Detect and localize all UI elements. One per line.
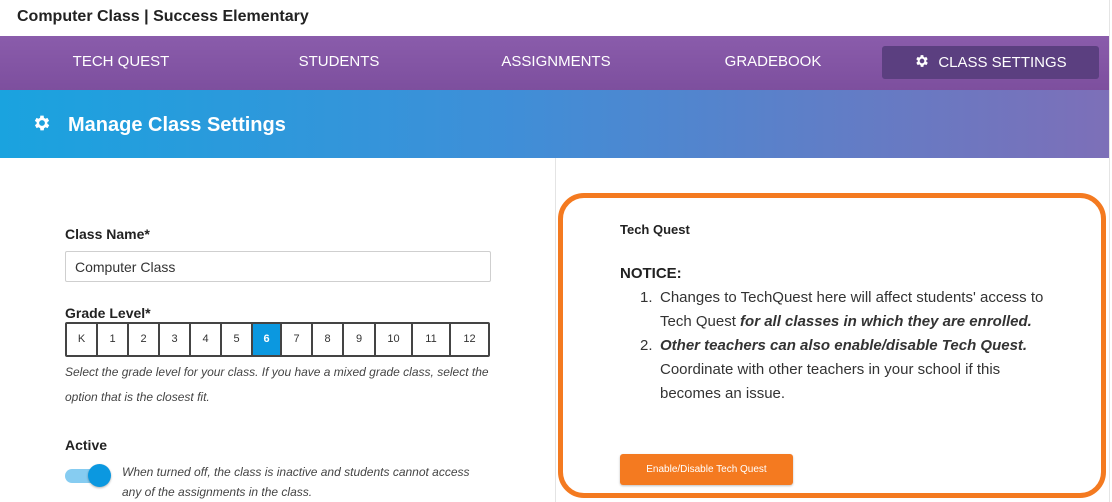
toggle-knob [88,464,111,487]
grade-option-4[interactable]: 4 [191,324,222,355]
grade-help-text: Select the grade level for your class. I… [65,365,489,404]
notice-number: 2. [640,337,653,354]
grade-option-1[interactable]: 1 [98,324,129,355]
section-banner: Manage Class Settings [0,90,1110,158]
notice-heading: NOTICE: [620,265,682,282]
notice-number: 1. [640,289,653,306]
nav-students[interactable]: STUDENTS [258,36,420,90]
active-label: Active [65,437,108,453]
notice-item-1: 1. Changes to TechQuest here will affect … [640,286,1060,334]
tech-quest-title: Tech Quest [620,222,690,237]
notice-list: 1. Changes to TechQuest here will affect … [640,286,1060,406]
notice-emphasis: for all classes in which they are enroll… [740,313,1032,330]
grade-option-12[interactable]: 12 [451,324,488,355]
class-name-label: Class Name* [65,226,150,242]
grade-option-5[interactable]: 5 [222,324,253,355]
grade-option-11[interactable]: 11 [413,324,451,355]
class-name-input[interactable] [65,251,491,282]
notice-emphasis: Other teachers can also enable/disable T… [660,337,1028,354]
page-title: Computer Class | Success Elementary [17,8,309,25]
nav-gradebook[interactable]: GRADEBOOK [692,36,854,90]
gear-icon [914,48,930,81]
grade-option-2[interactable]: 2 [129,324,160,355]
grade-option-10[interactable]: 10 [376,324,413,355]
grade-level-selector: K 1 2 3 4 5 6 7 8 9 10 11 12 [65,322,490,357]
nav-tech-quest[interactable]: TECH QUEST [40,36,202,90]
grade-option-6[interactable]: 6 [253,324,282,355]
page-border [1109,0,1110,502]
grade-level-label: Grade Level* [65,305,151,321]
grade-option-3[interactable]: 3 [160,324,191,355]
nav-class-settings[interactable]: CLASS SETTINGS [882,46,1099,79]
active-toggle[interactable] [65,464,111,487]
banner-title: Manage Class Settings [68,114,286,136]
column-divider [555,158,556,502]
gear-icon [32,113,52,138]
grade-option-8[interactable]: 8 [313,324,344,355]
nav-assignments[interactable]: ASSIGNMENTS [475,36,637,90]
notice-text: Coordinate with other teachers in your s… [660,361,1001,402]
notice-item-2: 2. Other teachers can also enable/disable… [640,334,1060,406]
enable-disable-tech-quest-button[interactable]: Enable/Disable Tech Quest [620,454,793,485]
grade-option-9[interactable]: 9 [344,324,376,355]
grade-option-7[interactable]: 7 [282,324,313,355]
grade-option-k[interactable]: K [67,324,98,355]
nav-class-settings-label: CLASS SETTINGS [938,54,1067,71]
active-help-text: When turned off, the class is inactive a… [122,465,470,499]
main-nav: TECH QUEST STUDENTS ASSIGNMENTS GRADEBOO… [0,36,1110,90]
